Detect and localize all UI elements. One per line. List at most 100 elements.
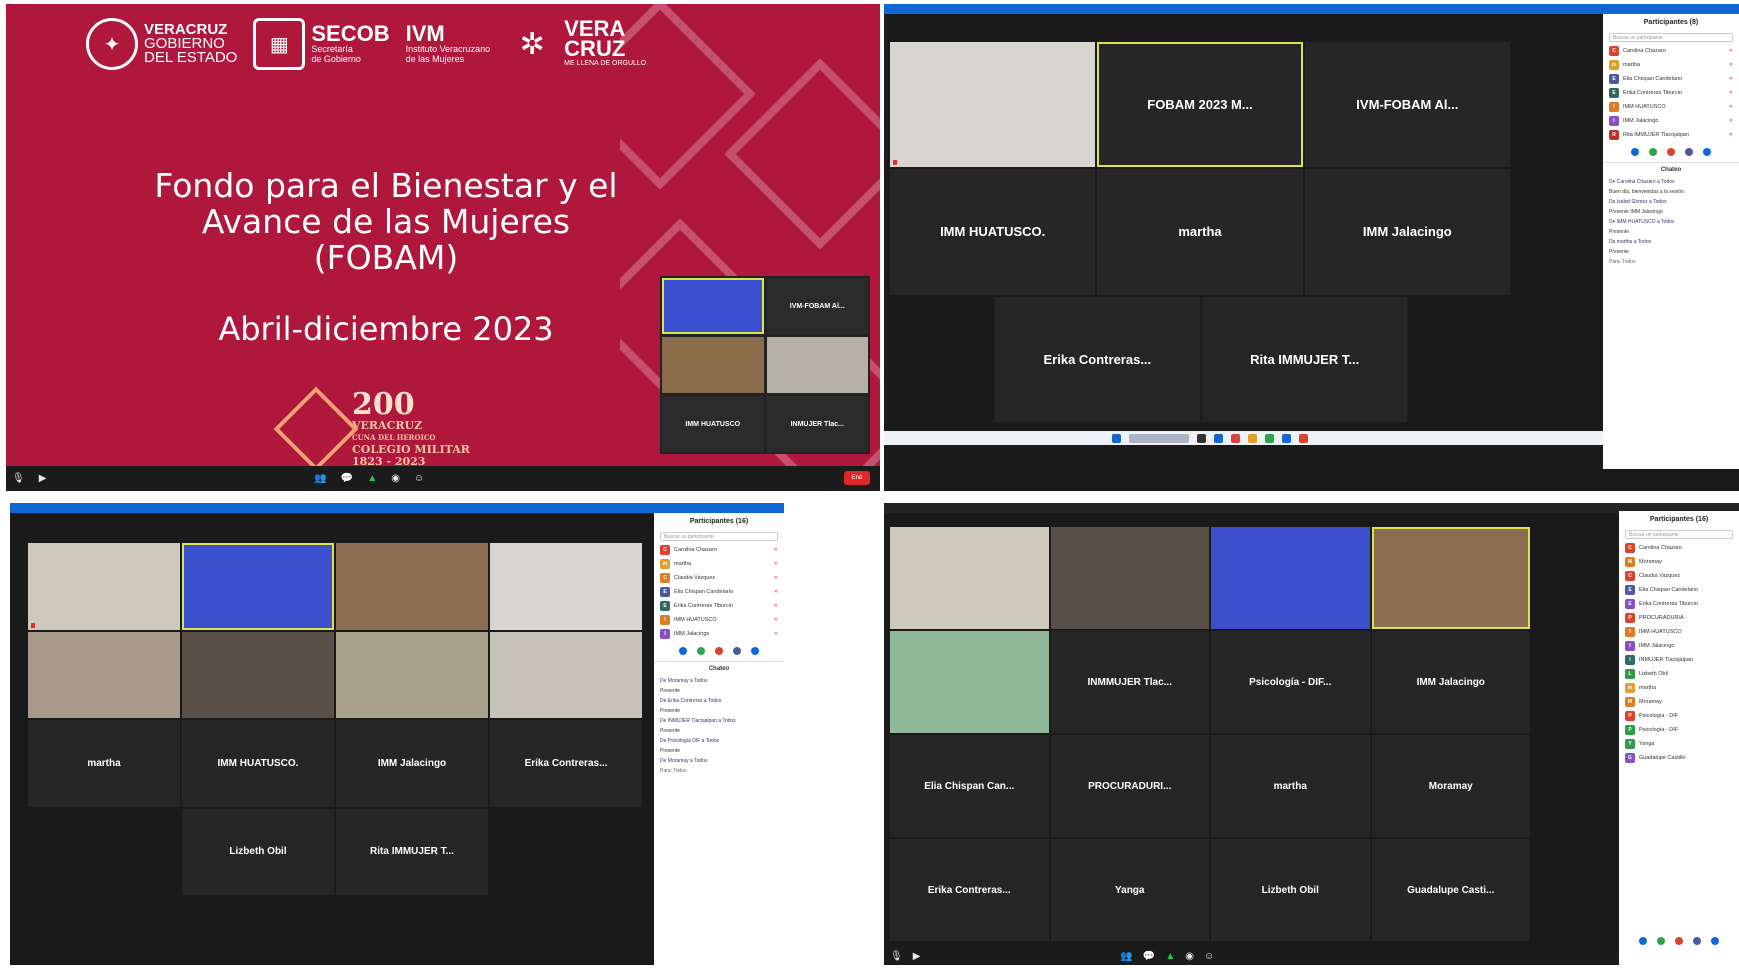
- video-thumbnail-panel[interactable]: IVM-FOBAM Al... IMM HUATUSCO INMUJER Tla…: [660, 276, 870, 454]
- video-tile[interactable]: IMM HUATUSCO.: [890, 169, 1096, 295]
- share-button[interactable]: ▲: [367, 473, 377, 484]
- video-tile[interactable]: [490, 631, 642, 718]
- video-tile[interactable]: [28, 543, 180, 630]
- participant-row[interactable]: m martha ✕: [1603, 58, 1739, 72]
- video-tile[interactable]: PROCURADURI...: [1050, 735, 1209, 837]
- participant-row[interactable]: G Guadalupe Castillo: [1619, 751, 1739, 765]
- participant-search-input[interactable]: Buscar un participante: [1625, 530, 1733, 539]
- more-icon[interactable]: [1685, 148, 1693, 156]
- stop-icon[interactable]: [715, 647, 723, 655]
- participant-row[interactable]: E Erika Contreras Tiburcio ✕: [654, 599, 784, 613]
- end-meeting-button[interactable]: End: [844, 471, 870, 485]
- participant-row[interactable]: E Elia Chispan Candelario: [1619, 583, 1739, 597]
- video-button[interactable]: ▶: [913, 951, 921, 962]
- video-tile[interactable]: [28, 808, 180, 895]
- video-tile[interactable]: IMM Jalacingo: [1304, 169, 1510, 295]
- invite-icon[interactable]: [1639, 937, 1647, 945]
- record-button[interactable]: ◉: [391, 473, 400, 484]
- mute-all-icon[interactable]: [1657, 937, 1665, 945]
- participant-row[interactable]: P PROCURADURIA: [1619, 611, 1739, 625]
- video-tile[interactable]: [890, 631, 1049, 733]
- settings-icon[interactable]: [1703, 148, 1711, 156]
- participant-search-input[interactable]: Buscar un participante: [660, 532, 778, 541]
- participant-row[interactable]: E Elia Chispan Candelario ✕: [654, 585, 784, 599]
- stop-icon[interactable]: [1675, 937, 1683, 945]
- video-tile[interactable]: Erika Contreras...: [994, 296, 1200, 422]
- participant-row[interactable]: C Claudia Vazquez: [1619, 569, 1739, 583]
- video-tile[interactable]: INMUJER Tlac...: [766, 396, 868, 452]
- video-tile[interactable]: [890, 527, 1049, 629]
- participants-button[interactable]: 👥: [1120, 951, 1132, 962]
- participant-row[interactable]: C Carolina Chazaro ✕: [654, 543, 784, 557]
- video-tile[interactable]: INMMUJER Tlac...: [1050, 631, 1209, 733]
- participant-row[interactable]: E Elia Chispan Candelario ✕: [1603, 72, 1739, 86]
- video-tile[interactable]: Erika Contreras...: [490, 720, 642, 807]
- participant-row[interactable]: E Erika Contreras Tiburcio ✕: [1603, 86, 1739, 100]
- mute-all-icon[interactable]: [1649, 148, 1657, 156]
- video-tile[interactable]: [490, 543, 642, 630]
- participant-row[interactable]: P Psicología - DIF: [1619, 709, 1739, 723]
- video-tile[interactable]: [890, 42, 1096, 168]
- video-tile[interactable]: FOBAM 2023 M...: [1097, 42, 1303, 168]
- app-icon[interactable]: [1299, 433, 1308, 443]
- video-tile[interactable]: Lizbeth Obil: [1211, 839, 1370, 941]
- video-button[interactable]: ▶: [39, 473, 47, 484]
- video-tile[interactable]: IMM HUATUSCO.: [182, 720, 334, 807]
- video-tile[interactable]: martha: [28, 720, 180, 807]
- participants-button[interactable]: 👥: [314, 473, 326, 484]
- video-tile[interactable]: [336, 631, 488, 718]
- mute-button[interactable]: 🎙: [12, 473, 25, 484]
- video-tile[interactable]: Guadalupe Casti...: [1371, 839, 1530, 941]
- app-icon[interactable]: [1197, 433, 1206, 443]
- more-icon[interactable]: [1693, 937, 1701, 945]
- reactions-button[interactable]: ☺: [414, 473, 424, 484]
- participant-row[interactable]: E Erika Contreras Tiburcio: [1619, 597, 1739, 611]
- record-button[interactable]: ◉: [1185, 951, 1194, 962]
- participant-row[interactable]: I IMM Jalacingo: [1619, 639, 1739, 653]
- participant-row[interactable]: I IMM HUATUSCO: [1619, 625, 1739, 639]
- video-tile[interactable]: [490, 808, 642, 895]
- video-tile[interactable]: IVM-FOBAM Al...: [766, 278, 868, 334]
- participant-row[interactable]: I IMM HUATUSCO ✕: [654, 613, 784, 627]
- invite-icon[interactable]: [679, 647, 687, 655]
- video-tile[interactable]: martha: [1097, 169, 1303, 295]
- video-tile[interactable]: IMM Jalacingo: [1371, 631, 1530, 733]
- video-tile[interactable]: [1050, 527, 1209, 629]
- video-tile[interactable]: [182, 543, 334, 630]
- participant-row[interactable]: C Carolina Chazaro: [1619, 541, 1739, 555]
- start-icon[interactable]: [1112, 433, 1121, 443]
- participant-row[interactable]: I IMM HUATUSCO ✕: [1603, 100, 1739, 114]
- video-tile[interactable]: [336, 543, 488, 630]
- participant-row[interactable]: M Moramay: [1619, 695, 1739, 709]
- participant-row[interactable]: m martha ✕: [654, 557, 784, 571]
- video-tile[interactable]: [1211, 527, 1370, 629]
- video-tile[interactable]: IVM-FOBAM Al...: [1304, 42, 1510, 168]
- stop-icon[interactable]: [1667, 148, 1675, 156]
- app-icon[interactable]: [1265, 433, 1274, 443]
- chat-button[interactable]: 💬: [1143, 951, 1155, 962]
- search-icon[interactable]: [1129, 433, 1189, 443]
- settings-icon[interactable]: [751, 647, 759, 655]
- video-tile[interactable]: Elia Chispan Can...: [890, 735, 1049, 837]
- video-tile[interactable]: Lizbeth Obil: [182, 808, 334, 895]
- video-tile[interactable]: Rita IMMUJER T...: [336, 808, 488, 895]
- invite-icon[interactable]: [1631, 148, 1639, 156]
- video-tile[interactable]: [662, 337, 764, 393]
- video-tile[interactable]: IMM HUATUSCO: [662, 396, 764, 452]
- participant-row[interactable]: m martha: [1619, 681, 1739, 695]
- settings-icon[interactable]: [1711, 937, 1719, 945]
- chat-button[interactable]: 💬: [341, 473, 353, 484]
- participant-row[interactable]: R Rita IMMUJER Tlacojalpan ✕: [1603, 128, 1739, 142]
- participant-row[interactable]: C Carolina Chazaro ✕: [1603, 44, 1739, 58]
- app-icon[interactable]: [1214, 433, 1223, 443]
- share-button[interactable]: ▲: [1165, 951, 1175, 962]
- app-icon[interactable]: [1231, 433, 1240, 443]
- app-icon[interactable]: [1248, 433, 1257, 443]
- video-tile[interactable]: Rita IMMUJER T...: [1201, 296, 1408, 422]
- video-tile[interactable]: [766, 337, 868, 393]
- participant-row[interactable]: I IMM Jalacingo ✕: [1603, 114, 1739, 128]
- video-tile[interactable]: [662, 278, 764, 334]
- participant-row[interactable]: M Moramay: [1619, 555, 1739, 569]
- mute-button[interactable]: 🎙: [890, 951, 903, 962]
- video-tile[interactable]: Psicología - DIF...: [1211, 631, 1370, 733]
